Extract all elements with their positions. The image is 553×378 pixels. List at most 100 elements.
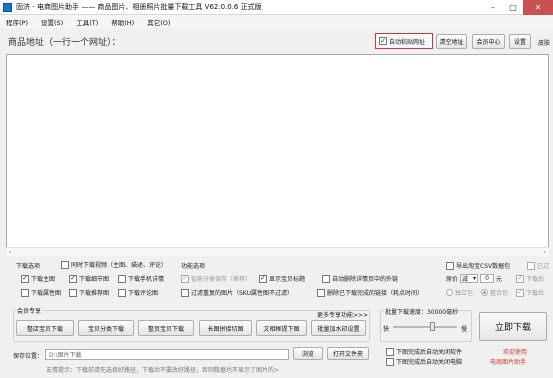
- save-location-label: 保存位置：: [13, 353, 44, 360]
- chevron-down-icon: ▾: [473, 275, 477, 282]
- speed-title: 批量下载速度：30000毫秒: [384, 307, 460, 316]
- watermark-button[interactable]: 批量加水印设置: [311, 320, 366, 336]
- scroll-right-icon[interactable]: ›: [544, 248, 546, 257]
- independent-pack-radio: [446, 289, 453, 296]
- speed-low-label: 快: [383, 326, 390, 333]
- price-unit: 元: [496, 276, 503, 283]
- merge-pack-label: 整合包: [490, 290, 509, 297]
- recommend-image-check[interactable]: [69, 288, 77, 297]
- show-title-option[interactable]: ✓ 显示宝贝标题: [259, 274, 305, 283]
- option-detail-image[interactable]: ✓ 下载细节图: [69, 274, 109, 283]
- download-after-option: ✓ 下载后: [516, 288, 544, 297]
- remove-links-check[interactable]: [322, 274, 330, 283]
- start-download-button[interactable]: 立即下载: [479, 312, 547, 341]
- app-icon: [3, 2, 12, 12]
- sync-video-option[interactable]: 同时下载视频（主图、描述、评论）: [61, 260, 167, 269]
- auto-close-check[interactable]: [386, 347, 394, 356]
- remove-links-option[interactable]: 自动删除详情页中的外链: [322, 274, 398, 283]
- url-input-area[interactable]: [6, 54, 549, 256]
- price-row: 原价 减 ▾ 0 元: [446, 274, 502, 283]
- smart-classify-check: ✓: [181, 274, 189, 283]
- option-main-image[interactable]: ✓ 下载主图: [21, 274, 55, 283]
- filter-duplicate-option[interactable]: 过滤重复的图片（SKU属性图不过滤）: [181, 288, 293, 297]
- independent-pack-option: 独立包: [446, 288, 473, 297]
- auto-shutdown-option[interactable]: 下图完成后自动关闭电脑: [386, 357, 462, 366]
- delete-done-option[interactable]: 删除已下载完成的链接（耗点时间）: [317, 288, 423, 297]
- download-options-title: 下载选项: [16, 263, 41, 270]
- promo-app-name: 电商图片助手: [490, 359, 527, 366]
- csv-extra-check: [527, 261, 535, 270]
- close-button[interactable]: ✕: [523, 0, 553, 15]
- export-csv-label: 导出淘宝CSV数据包: [456, 263, 511, 270]
- minimize-button[interactable]: –: [483, 0, 503, 15]
- auto-paste-checkbox[interactable]: ✓ 自动粘贴网址: [375, 33, 433, 49]
- smart-classify-label: 智能分类保存（推荐）: [191, 276, 252, 283]
- auto-shutdown-check[interactable]: [386, 357, 394, 366]
- mobile-detail-check[interactable]: [118, 274, 126, 283]
- menu-help[interactable]: 帮助(H): [111, 17, 134, 27]
- scroll-left-icon[interactable]: ‹: [9, 248, 11, 257]
- auto-paste-check[interactable]: ✓: [379, 37, 387, 45]
- category-download-button[interactable]: 宝贝分类下载: [78, 320, 134, 336]
- open-folder-button[interactable]: 打开文件夹: [327, 347, 369, 360]
- function-options-title: 功能选项: [181, 263, 206, 270]
- clear-urls-button[interactable]: 清空地址: [436, 34, 467, 49]
- show-title-check[interactable]: ✓: [259, 274, 267, 283]
- attribute-image-label: 下载属性图: [31, 290, 62, 297]
- more-features-link[interactable]: 更多专享功能>>>: [317, 310, 368, 319]
- speed-slider-thumb[interactable]: [429, 322, 435, 331]
- option-recommend-image[interactable]: 下载推荐图: [69, 288, 109, 297]
- sync-video-label: 同时下载视频（主图、描述、评论）: [71, 262, 168, 269]
- option-review-image[interactable]: 下载评论图: [118, 288, 158, 297]
- maximize-button[interactable]: □: [503, 0, 523, 15]
- attribute-image-check[interactable]: [21, 288, 29, 297]
- remove-links-label: 自动删除详情页中的外链: [332, 276, 399, 283]
- sync-video-check[interactable]: [61, 260, 69, 269]
- option-attribute-image[interactable]: 下载属性图: [21, 288, 61, 297]
- auto-shutdown-label: 下图完成后自动关闭电脑: [396, 359, 463, 366]
- member-zone-title: 会员专享: [16, 306, 43, 315]
- auto-close-label: 下图完成后自动关闭软件: [396, 349, 463, 356]
- option-mobile-detail[interactable]: 下载手机详情: [118, 274, 164, 283]
- auto-close-option[interactable]: 下图完成后自动关闭软件: [386, 347, 462, 356]
- export-csv-option[interactable]: 导出淘宝CSV数据包: [446, 261, 510, 270]
- menu-settings[interactable]: 设置(S): [41, 17, 63, 27]
- main-image-check[interactable]: ✓: [21, 274, 29, 283]
- export-csv-check[interactable]: [446, 261, 454, 270]
- speed-high-label: 慢: [461, 326, 468, 333]
- page-download-button[interactable]: 整页宝贝下载: [138, 320, 194, 336]
- price-label: 原价: [446, 276, 459, 283]
- review-image-check[interactable]: [118, 288, 126, 297]
- filter-duplicate-check[interactable]: [181, 288, 189, 297]
- auto-paste-label: 自动粘贴网址: [389, 38, 426, 46]
- horizontal-scrollbar[interactable]: ‹ ›: [6, 247, 549, 256]
- menu-other[interactable]: 其它(O): [147, 17, 170, 27]
- menu-program[interactable]: 程序(P): [6, 17, 28, 27]
- browse-button[interactable]: 浏览: [293, 347, 323, 360]
- review-image-label: 下载评论图: [128, 290, 159, 297]
- download-also-check: ✓: [516, 274, 524, 283]
- long-image-cut-button[interactable]: 长图拼接切图: [199, 320, 252, 336]
- shop-download-button[interactable]: 整店宝贝下载: [16, 320, 74, 336]
- detail-image-check[interactable]: ✓: [69, 274, 77, 283]
- menu-tools[interactable]: 工具(T): [76, 17, 98, 27]
- filter-duplicate-label: 过滤重复的图片（SKU属性图不过滤）: [191, 290, 293, 297]
- download-also-option: ✓ 下载后: [516, 274, 544, 283]
- speed-slider[interactable]: [393, 326, 457, 328]
- save-path-input[interactable]: D:\图片下载: [45, 349, 289, 360]
- delete-done-label: 删除已下载完成的链接（耗点时间）: [327, 290, 424, 297]
- download-also-label: 下载后: [526, 276, 545, 283]
- window-title: 固济 - 电商图片助手 —— 商品图片、相册照片批量下载工具 V62.0.0.6…: [16, 3, 262, 11]
- price-operator-value: 减: [462, 276, 469, 283]
- skin-link[interactable]: 皮肤: [538, 38, 550, 47]
- frame-download-button[interactable]: 文相框提下图: [256, 320, 307, 336]
- csv-extra-label: 已过: [537, 263, 550, 270]
- price-operator-select[interactable]: 减 ▾: [460, 274, 479, 283]
- delete-done-check[interactable]: [317, 288, 325, 297]
- settings-button[interactable]: 设置: [509, 34, 531, 49]
- mobile-detail-label: 下载手机详情: [128, 276, 165, 283]
- member-center-button[interactable]: 会员中心: [472, 34, 505, 49]
- price-value-input[interactable]: 0: [480, 274, 495, 283]
- detail-image-label: 下载细节图: [79, 276, 110, 283]
- show-title-label: 显示宝贝标题: [269, 276, 306, 283]
